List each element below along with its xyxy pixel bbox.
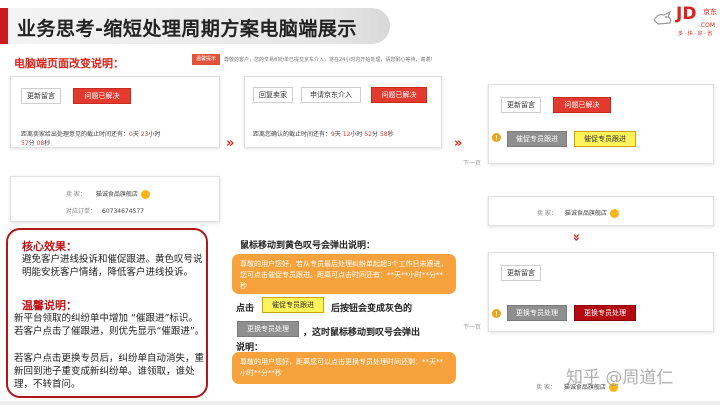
change-agent-panel: 更新留言 更换专员处理 更换专员处理 [488, 252, 714, 332]
order-label: 对应订单： 60734674577 [66, 208, 145, 215]
hover2-text: ，这时鼠标移动到叹号会弹出 [303, 328, 421, 338]
urge-followup-button[interactable]: 催促专员跟进 [262, 297, 324, 313]
next-page-link[interactable]: 下一页 [463, 158, 481, 167]
shop-badge-icon [140, 190, 150, 199]
page-title: 业务思考-缩短处理周期方案电脑端展示 [17, 18, 357, 40]
flow-arrow-icon: » [226, 136, 235, 151]
jd-logo: JD [676, 4, 697, 24]
core-effect-box: 核心效果： 避免客户进线投诉和催促跟进。黄色叹号说明能安抚客户情绪，降低客户进线… [6, 228, 208, 398]
modify-message-button[interactable]: 更新留言 [21, 88, 61, 104]
jd-dog-logo-icon [653, 10, 672, 25]
core-effect-text: 避免客户进线投诉和催促跟进。黄色叹号说明能安抚客户情绪，降低客户进线投诉。 [22, 254, 203, 278]
jd-logo-brand: 京东 [703, 8, 717, 16]
next-page-link[interactable]: 下一页 [463, 322, 481, 331]
urge-followup-button[interactable]: 催促专员跟进 [574, 131, 636, 147]
seller-deadline-text-2: 57分 08秒 [21, 140, 51, 147]
seller-info-panel-right: 卖 家： 猫诚食品旗舰店 [488, 196, 714, 226]
resolved-button[interactable]: 问题已解决 [371, 87, 427, 103]
seller-info-panel: 卖 家： 猫诚食品旗舰店 对应订单： 60734674577 [10, 176, 220, 222]
hover-tooltip-box-2: 尊敬的用户您好，距离您可以点击更换专员处理时间还剩：**天**小时**分**秒 [232, 352, 456, 384]
seller-label: 卖 家： 猫诚食品旗舰店 [537, 208, 619, 218]
tips-title: 温馨说明： [22, 299, 77, 312]
resolved-button[interactable]: 问题已解决 [73, 88, 131, 104]
warning-icon[interactable] [492, 309, 501, 318]
bottom-divider [0, 401, 720, 405]
change-agent-button[interactable]: 更换专员处理 [574, 305, 636, 321]
flow-arrow-icon: » [454, 136, 463, 151]
change-agent-button-disabled[interactable]: 更换专员处理 [237, 321, 299, 337]
warning-icon[interactable] [492, 133, 501, 142]
section-heading: 电脑端页面改变说明： [14, 57, 124, 70]
click-label: 点击 [236, 304, 255, 314]
click-suffix-text: 后按钮会变成灰色的 [331, 304, 413, 314]
modify-message-button[interactable]: 更新留言 [501, 265, 541, 281]
buyer-deadline-text: 距离您确认的截止时间还有：9天 12小时 52分 58秒 [253, 131, 394, 138]
notice-tag: 温馨提示 [192, 54, 220, 65]
change-agent-button-disabled[interactable]: 更换专员处理 [507, 305, 567, 321]
jd-logo-slogan: 多 · 快 · 好 · 省 [678, 31, 713, 37]
dispute-panel-seller: 更新留言 问题已解决 距离卖家给出处理意见的截止时间还有：0天 23小时 57分… [10, 76, 220, 148]
hover-tooltip-box: 尊敬的用户您好，若从专员最后处理纠纷单起超3个工作日未跟进，您可点击催促专员跟进… [232, 254, 456, 294]
core-effect-title: 核心效果： [22, 240, 77, 253]
flow-arrow-down-icon: » [568, 233, 584, 242]
tips-text-2: 若客户点击更换专员后，纠纷单自动消失，重新回到池子重变成新纠纷单。谁领取，谁处理… [14, 353, 205, 390]
seller-deadline-text: 距离卖家给出处理意见的截止时间还有：0天 23小时 [21, 131, 161, 138]
shop-badge-icon [609, 209, 619, 218]
tips-text: 新平台领取的纠纷单中增加 “催跟进”标识。若客户点击了催跟进，则优先显示“催跟进… [14, 313, 205, 337]
hover-explanation-title: 鼠标移动到黄色叹号会弹出说明： [240, 241, 376, 251]
jd-logo-domain: .COM [699, 22, 715, 29]
title-accent-bar [0, 8, 8, 44]
notice-text: 尊敬的客户，您的交易纠纷单已提交京东介入，将在24小时内开始处理，请您耐心等待，… [224, 57, 436, 63]
urge-followup-button-disabled[interactable]: 催促专员跟进 [507, 131, 567, 147]
reply-seller-button[interactable]: 回复卖家 [253, 87, 293, 103]
modify-message-button[interactable]: 更新留言 [501, 97, 541, 113]
resolved-button[interactable]: 问题已解决 [553, 97, 611, 113]
watermark: 知乎 @周道仁 [566, 368, 674, 388]
apply-jd-intervene-button[interactable]: 申请京东介入 [301, 87, 361, 103]
urge-panel: 更新留言 问题已解决 催促专员跟进 催促专员跟进 [488, 84, 714, 164]
dispute-panel-buyer: 回复卖家 申请京东介入 问题已解决 距离您确认的截止时间还有：9天 12小时 5… [244, 76, 442, 148]
seller-label: 卖 家： 猫诚食品旗舰店 [66, 189, 150, 199]
